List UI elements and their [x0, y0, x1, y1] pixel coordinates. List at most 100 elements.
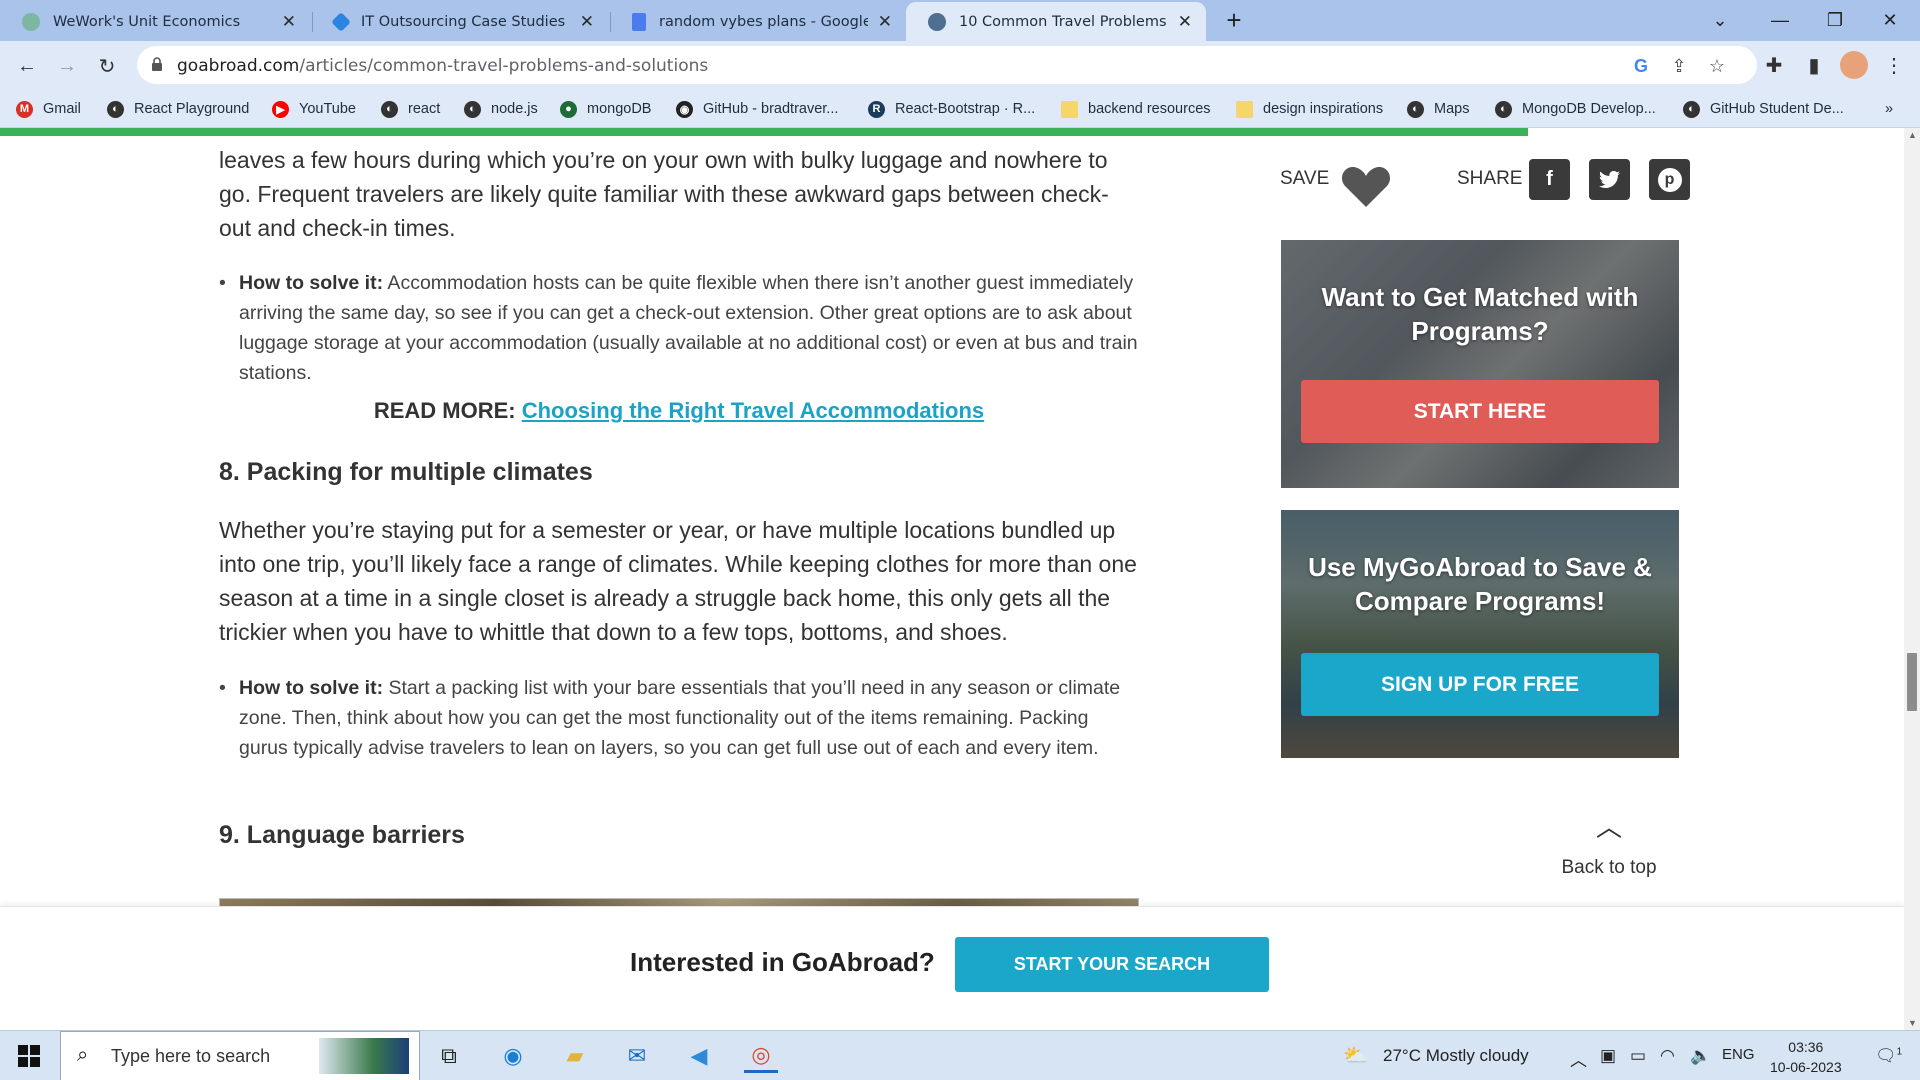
bookmark-label: react — [408, 101, 441, 117]
start-here-button[interactable]: START HERE — [1301, 380, 1659, 443]
bookmark-icon: ◐ — [1407, 100, 1424, 118]
reload-icon: ↻ — [98, 55, 116, 78]
share-page-icon[interactable]: ⇪ — [1667, 54, 1691, 78]
lock-icon — [152, 57, 162, 71]
bookmark-label: Maps — [1434, 101, 1470, 117]
bookmark-item[interactable]: ◐ node.js — [464, 98, 538, 120]
bookmark-label: React-Bootstrap · R... — [895, 101, 1036, 117]
bookmark-icon — [1061, 100, 1078, 118]
wifi-icon[interactable]: ◠ — [1660, 1046, 1675, 1066]
back-button[interactable]: ← — [12, 51, 42, 81]
bottom-banner: Interested in GoAbroad? START YOUR SEARC… — [0, 906, 1904, 1030]
chrome-icon[interactable]: ◎ — [744, 1039, 778, 1073]
tip-packing: How to solve it: Start a packing list wi… — [219, 673, 1139, 763]
bookmark-item[interactable]: R React-Bootstrap · R... — [868, 98, 1035, 120]
menu-kebab-icon[interactable]: ⋮ — [1880, 51, 1908, 79]
bookmark-item[interactable]: ▶ YouTube — [272, 98, 356, 120]
bookmark-star-icon[interactable]: ☆ — [1705, 54, 1729, 78]
scrollbar-thumb[interactable] — [1907, 653, 1917, 711]
vscode-icon[interactable]: ◀ — [682, 1039, 716, 1073]
bookmark-item[interactable]: backend resources — [1061, 98, 1211, 120]
page-scrollbar[interactable]: ▲ ▼ — [1904, 128, 1920, 1030]
search-placeholder: Type here to search — [111, 1045, 271, 1066]
weather-cloud-icon: ⛅ — [1343, 1045, 1368, 1067]
tab-search-button[interactable]: ⌄ — [1690, 0, 1750, 40]
close-tab-icon[interactable]: ✕ — [878, 12, 892, 32]
bookmark-label: Gmail — [43, 101, 81, 117]
close-tab-icon[interactable]: ✕ — [1178, 12, 1192, 32]
openai-icon — [22, 12, 40, 31]
paragraph-check-out: leaves a few hours during which you’re o… — [219, 147, 1109, 241]
search-icon: ⌕ — [77, 1044, 89, 1066]
heart-icon[interactable] — [1340, 165, 1392, 209]
bookmark-item[interactable]: design inspirations — [1236, 98, 1383, 120]
chevron-down-icon: ⌄ — [1712, 9, 1728, 30]
card-overlay — [1281, 510, 1679, 758]
start-search-button[interactable]: START YOUR SEARCH — [955, 937, 1269, 992]
mail-icon[interactable]: ✉ — [620, 1039, 654, 1073]
tab-title: 10 Common Travel Problems (an — [959, 13, 1168, 30]
bookmark-icon — [1236, 100, 1253, 118]
tab-google-docs[interactable]: random vybes plans - Google Do ✕ — [610, 2, 906, 41]
meet-now-icon[interactable]: ▣ — [1600, 1046, 1616, 1066]
google-lens-icon[interactable]: G — [1629, 54, 1653, 78]
bookmark-label: design inspirations — [1263, 101, 1384, 117]
bookmark-item[interactable]: ◐ react — [381, 98, 440, 120]
mygoabroad-card: Use MyGoAbroad to Save & Compare Program… — [1281, 510, 1679, 758]
minimize-button[interactable]: — — [1750, 0, 1810, 40]
bookmark-item[interactable]: ◐ React Playground — [107, 98, 249, 120]
facebook-icon: f — [1546, 168, 1553, 190]
extensions-icon[interactable]: ✚ — [1760, 51, 1788, 79]
more-bookmarks-button[interactable]: » — [1885, 98, 1893, 120]
back-to-top-button[interactable]: ︿ Back to top — [1539, 814, 1679, 878]
edge-icon[interactable]: ◉ — [496, 1039, 530, 1073]
tab-it-outsourcing[interactable]: IT Outsourcing Case Studies - US ✕ — [312, 2, 608, 41]
banner-text: Interested in GoAbroad? — [630, 947, 935, 977]
bookmark-item[interactable]: ◐ MongoDB Develop... — [1495, 98, 1656, 120]
share-label: SHARE — [1457, 168, 1523, 189]
new-tab-button[interactable]: + — [1204, 0, 1264, 40]
close-icon: ✕ — [1882, 9, 1898, 30]
bookmark-item[interactable]: ● mongoDB — [560, 98, 651, 120]
bookmark-icon: ◐ — [464, 100, 481, 118]
bookmark-item[interactable]: ◉ GitHub - bradtraver... — [676, 98, 838, 120]
task-view-icon[interactable]: ⧉ — [432, 1039, 466, 1073]
close-tab-icon[interactable]: ✕ — [282, 12, 296, 32]
tab-weworks[interactable]: WeWork's Unit Economics ✕ — [0, 2, 310, 41]
weather-text[interactable]: 27°C Mostly cloudy — [1383, 1046, 1529, 1066]
bookmark-icon: ● — [560, 100, 577, 118]
battery-icon[interactable]: ▭ — [1630, 1046, 1646, 1066]
read-more: READ MORE: Choosing the Right Travel Acc… — [219, 398, 1139, 424]
forward-button[interactable]: → — [52, 51, 82, 81]
tab-title: IT Outsourcing Case Studies - US — [361, 13, 570, 30]
close-window-button[interactable]: ✕ — [1860, 0, 1920, 40]
taskbar-search-box[interactable]: ⌕ Type here to search — [60, 1031, 420, 1080]
arrow-left-icon: ← — [17, 54, 37, 77]
language-indicator[interactable]: ENG — [1722, 1046, 1755, 1063]
side-panel-icon[interactable]: ▮ — [1800, 51, 1828, 79]
windows-start-button[interactable] — [12, 1039, 46, 1073]
save-label: SAVE — [1280, 168, 1330, 189]
profile-avatar[interactable] — [1840, 51, 1868, 79]
file-explorer-icon[interactable]: ▰ — [558, 1039, 592, 1073]
address-bar[interactable]: goabroad.com/articles/common-travel-prob… — [137, 46, 1757, 84]
reload-button[interactable]: ↻ — [92, 51, 122, 81]
bookmark-item[interactable]: ◐ GitHub Student De... — [1683, 98, 1844, 120]
bookmark-item[interactable]: M Gmail — [16, 98, 81, 120]
close-tab-icon[interactable]: ✕ — [580, 12, 594, 32]
scroll-down-icon[interactable]: ▼ — [1908, 1018, 1917, 1028]
bookmark-icon: ◐ — [381, 100, 398, 118]
volume-icon[interactable]: 🔈 — [1690, 1046, 1711, 1066]
pinterest-share-button[interactable]: p — [1649, 159, 1690, 200]
read-more-link[interactable]: Choosing the Right Travel Accommodations — [522, 398, 984, 423]
scroll-up-icon[interactable]: ▲ — [1908, 130, 1917, 140]
tab-travel-problems[interactable]: 10 Common Travel Problems (an ✕ — [906, 2, 1206, 41]
facebook-share-button[interactable]: f — [1529, 159, 1570, 200]
restore-button[interactable]: ❐ — [1805, 0, 1865, 40]
clock[interactable]: 03:36 10-06-2023 — [1770, 1037, 1842, 1077]
tray-overflow-icon[interactable]: ︿ — [1570, 1046, 1587, 1071]
sign-up-button[interactable]: SIGN UP FOR FREE — [1301, 653, 1659, 716]
bookmark-item[interactable]: ◐ Maps — [1407, 98, 1469, 120]
notifications-icon[interactable]: 🗨1 — [1875, 1046, 1902, 1066]
twitter-share-button[interactable] — [1589, 159, 1630, 200]
